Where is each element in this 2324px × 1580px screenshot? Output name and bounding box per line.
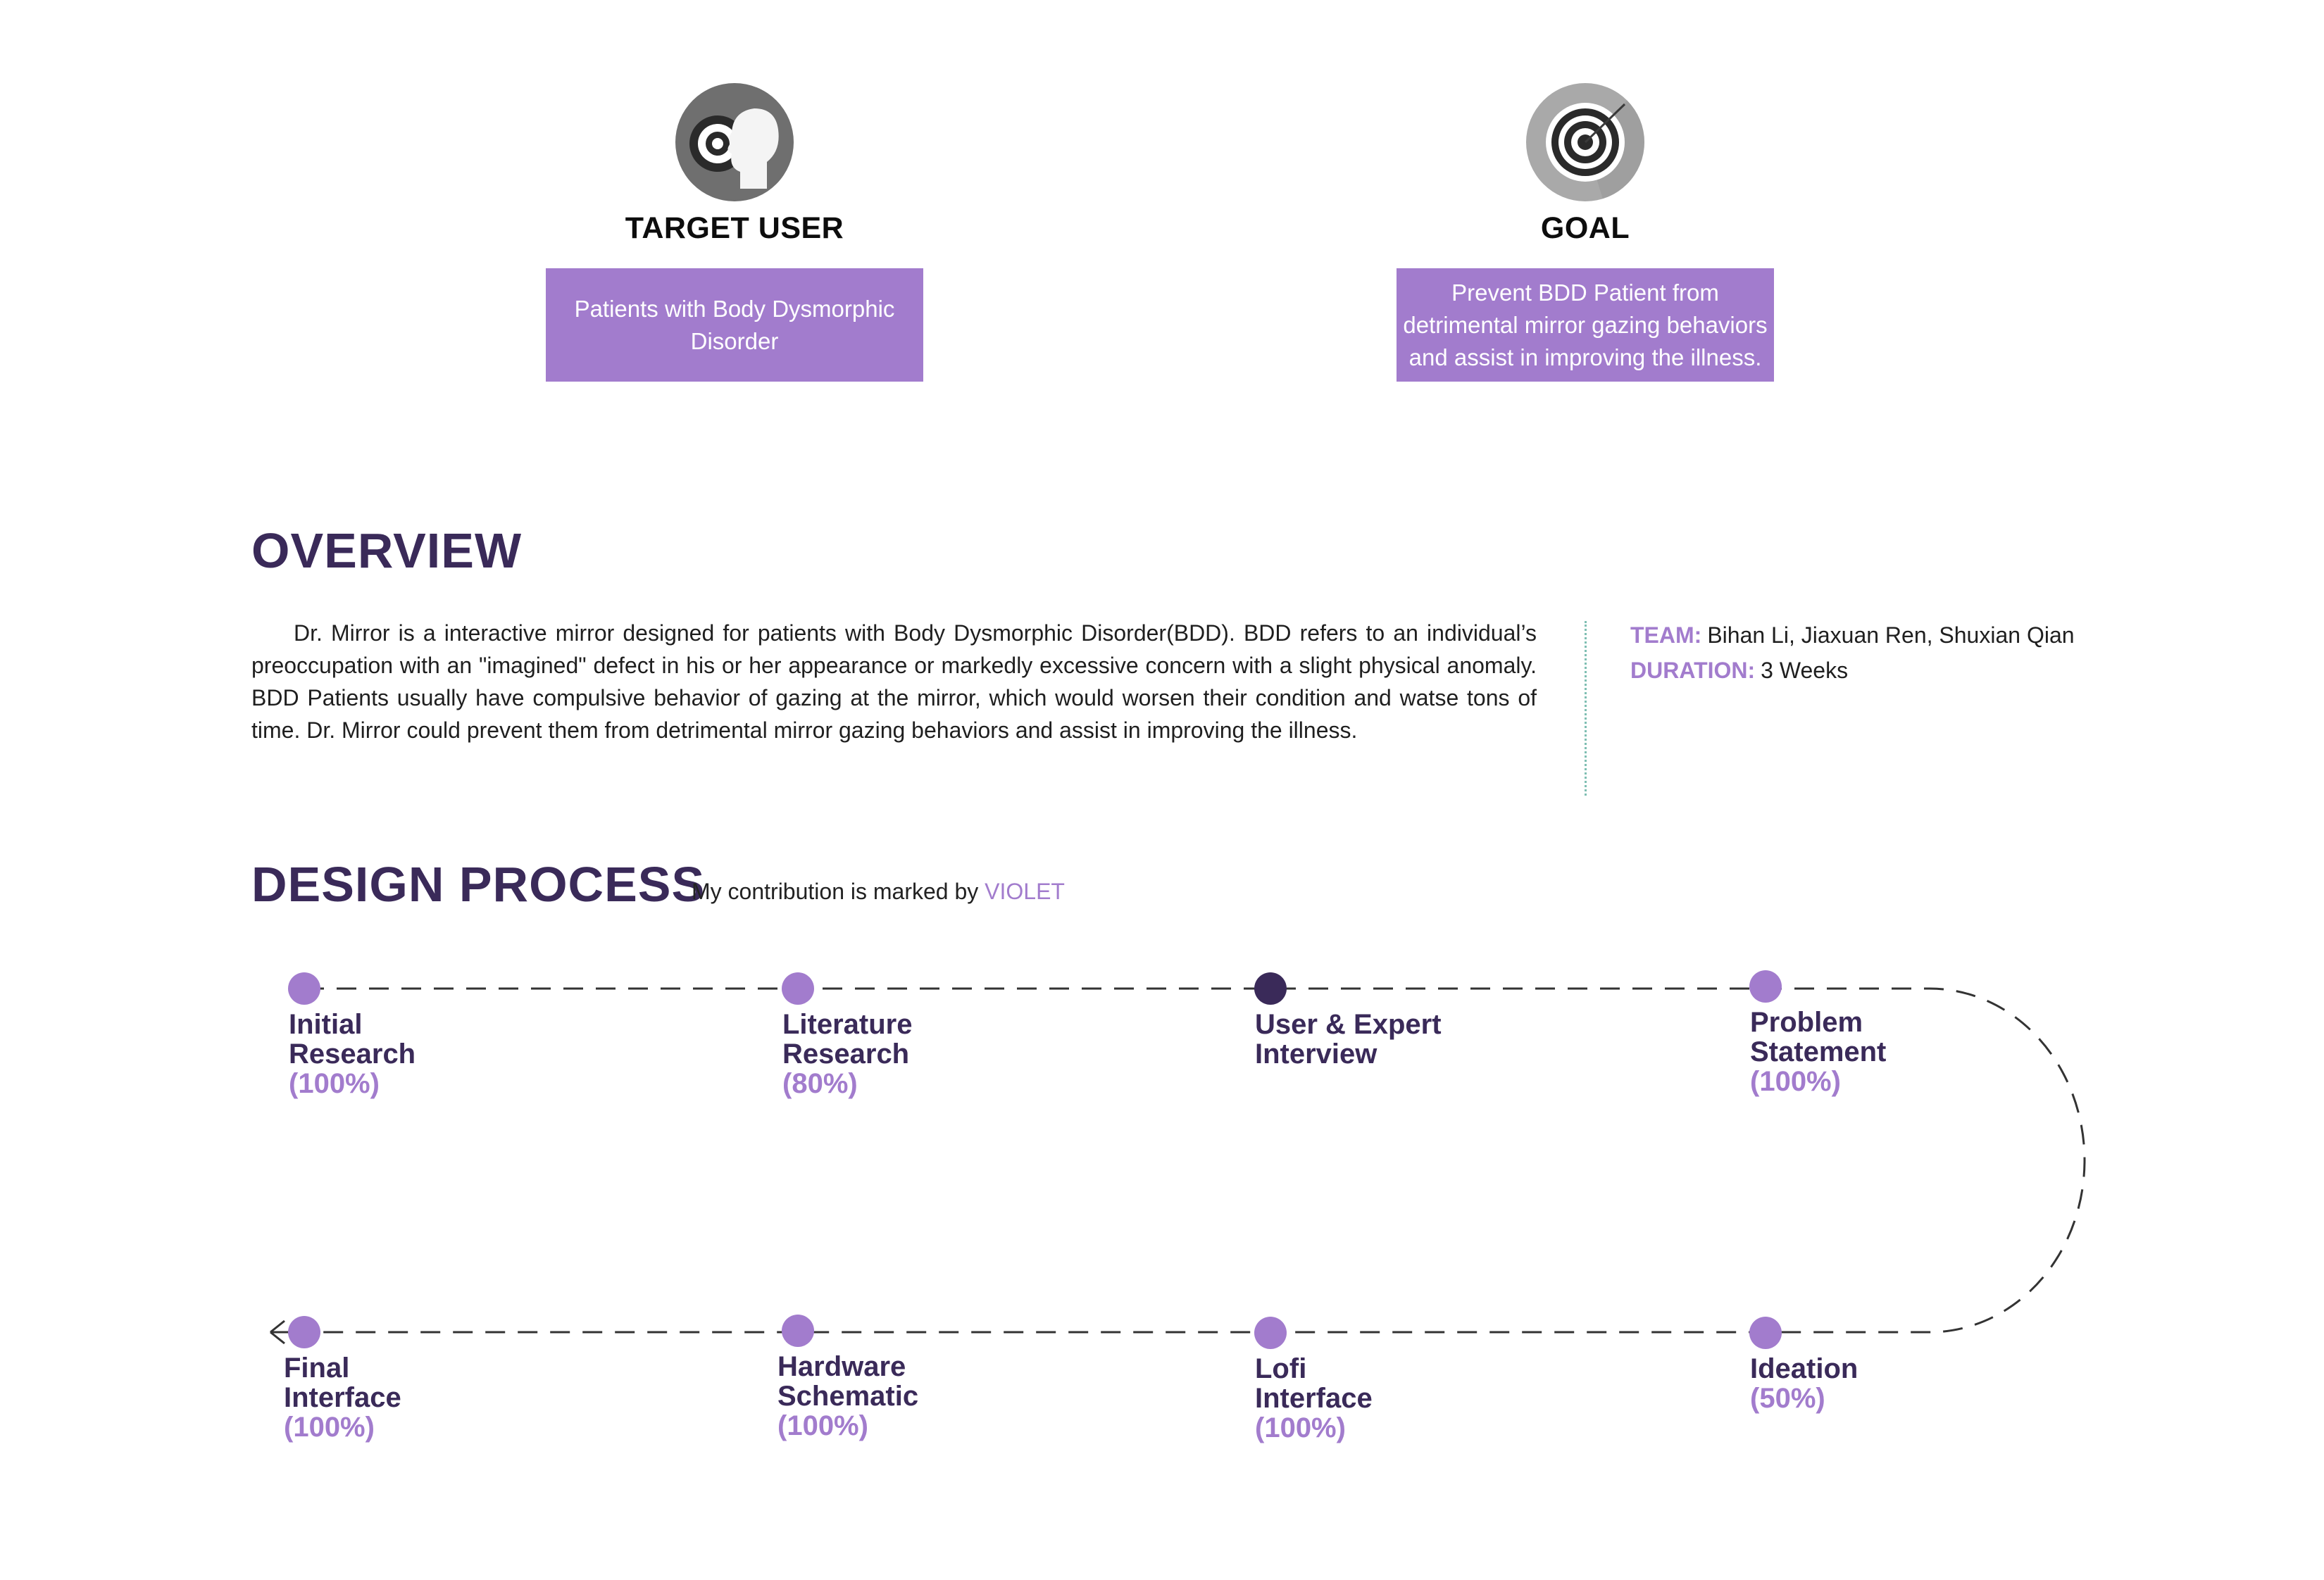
step-lofi-interface: Lofi Interface (100%) [1255,1354,1373,1443]
process-end-arrow [270,1319,289,1345]
step-literature-research: Literature Research (80%) [782,1010,913,1098]
step-percent: (50%) [1750,1383,1825,1414]
step-initial-research: Initial Research (100%) [289,1010,416,1098]
step-ideation: Ideation (50%) [1750,1354,1858,1413]
step-label: Interview [1255,1039,1377,1070]
step-label: Research [289,1039,416,1070]
step-label: Lofi [1255,1353,1307,1384]
step-percent: (100%) [289,1068,380,1099]
step-node-initial-research [288,972,320,1005]
step-node-ideation [1749,1317,1782,1349]
step-label: Interface [1255,1383,1373,1414]
step-label: Initial [289,1009,363,1040]
step-node-literature-research [782,972,814,1005]
step-node-problem-statement [1749,970,1782,1003]
step-node-hardware-schematic [782,1315,814,1347]
step-label: Final [284,1353,350,1384]
step-label: Hardware [777,1351,906,1382]
step-node-final-interface [288,1316,320,1348]
step-percent: (100%) [1255,1412,1346,1443]
step-label: Interface [284,1382,401,1413]
step-percent: (100%) [777,1410,868,1441]
step-label: User & Expert [1255,1009,1442,1040]
step-node-lofi-interface [1254,1317,1287,1349]
step-label: Research [782,1039,910,1070]
step-percent: (80%) [782,1068,858,1099]
step-label: Schematic [777,1381,919,1412]
step-label: Statement [1750,1036,1887,1067]
step-hardware-schematic: Hardware Schematic (100%) [777,1352,918,1441]
step-user-expert-interview: User & Expert Interview [1255,1010,1442,1069]
step-node-user-expert-interview [1254,972,1287,1005]
step-label: Ideation [1750,1353,1858,1384]
step-percent: (100%) [284,1412,375,1443]
process-path [270,987,2086,1345]
step-label: Literature [782,1009,913,1040]
step-percent: (100%) [1750,1066,1841,1097]
step-final-interface: Final Interface (100%) [284,1353,401,1442]
step-label: Problem [1750,1007,1863,1038]
step-problem-statement: Problem Statement (100%) [1750,1008,1886,1096]
